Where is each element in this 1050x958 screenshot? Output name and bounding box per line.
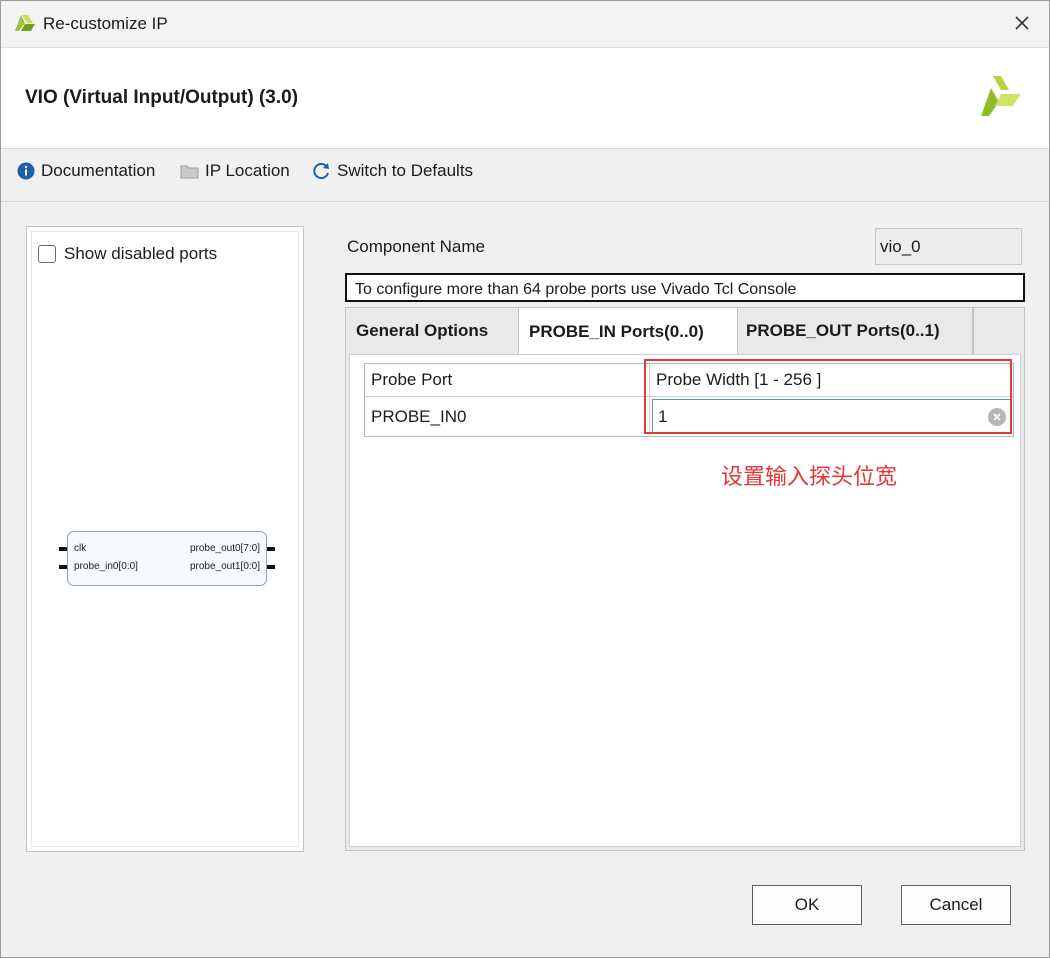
tab-probe-out-ports[interactable]: PROBE_OUT Ports(0..1) bbox=[736, 308, 974, 354]
title-bar: Re-customize IP bbox=[1, 1, 1049, 47]
ok-button[interactable]: OK bbox=[752, 885, 862, 925]
tab-general-options[interactable]: General Options bbox=[346, 308, 518, 354]
tab-bar: General Options PROBE_IN Ports(0..0) PRO… bbox=[346, 308, 1024, 355]
tcl-console-note: To configure more than 64 probe ports us… bbox=[345, 273, 1025, 302]
symbol-port-probe-out1: probe_out1[0:0] bbox=[189, 561, 260, 572]
component-name-label: Component Name bbox=[347, 237, 485, 256]
port-pin bbox=[59, 547, 67, 551]
folder-icon bbox=[180, 165, 199, 179]
xilinx-logo-icon bbox=[979, 74, 1023, 123]
symbol-port-clk: clk bbox=[74, 543, 87, 554]
ip-symbol-block: clk probe_in0[0:0] probe_out0[7:0] probe… bbox=[59, 531, 275, 586]
show-disabled-ports-label: Show disabled ports bbox=[64, 244, 218, 263]
ip-location-button[interactable]: IP Location bbox=[180, 161, 290, 181]
show-disabled-ports-checkbox[interactable] bbox=[38, 245, 56, 263]
annotation-text: 设置输入探头位宽 bbox=[721, 464, 898, 489]
switch-defaults-label: Switch to Defaults bbox=[337, 161, 474, 180]
dialog-window: Re-customize IP VIO (Virtual Input/Outpu… bbox=[0, 0, 1050, 958]
ip-location-label: IP Location bbox=[205, 161, 290, 180]
annotation-highlight-box bbox=[644, 359, 1012, 434]
close-button[interactable] bbox=[1005, 7, 1039, 39]
port-pin bbox=[267, 547, 275, 551]
port-pin bbox=[59, 565, 67, 569]
probe-port-cell: PROBE_IN0 bbox=[365, 397, 650, 436]
vivado-logo-icon bbox=[13, 11, 37, 38]
column-header-probe-port: Probe Port bbox=[365, 364, 650, 396]
symbol-port-probe-in0: probe_in0[0:0] bbox=[74, 561, 138, 572]
show-disabled-ports-toggle[interactable]: Show disabled ports bbox=[38, 244, 217, 264]
documentation-label: Documentation bbox=[41, 161, 156, 180]
component-name-field[interactable]: vio_0 bbox=[875, 228, 1022, 265]
toolbar: Documentation IP Location Switch to Defa… bbox=[1, 149, 1049, 202]
refresh-icon bbox=[313, 162, 329, 179]
switch-defaults-button[interactable]: Switch to Defaults bbox=[312, 161, 473, 181]
window-title: Re-customize IP bbox=[43, 14, 168, 33]
cancel-button[interactable]: Cancel bbox=[901, 885, 1011, 925]
close-icon bbox=[1015, 16, 1029, 30]
ip-header: VIO (Virtual Input/Output) (3.0) bbox=[1, 47, 1049, 149]
tab-probe-in-ports[interactable]: PROBE_IN Ports(0..0) bbox=[518, 308, 738, 355]
documentation-button[interactable]: Documentation bbox=[17, 161, 155, 181]
symbol-port-probe-out0: probe_out0[7:0] bbox=[189, 543, 260, 554]
ip-title: VIO (Virtual Input/Output) (3.0) bbox=[25, 87, 299, 108]
port-pin bbox=[267, 565, 275, 569]
info-icon bbox=[17, 162, 35, 180]
